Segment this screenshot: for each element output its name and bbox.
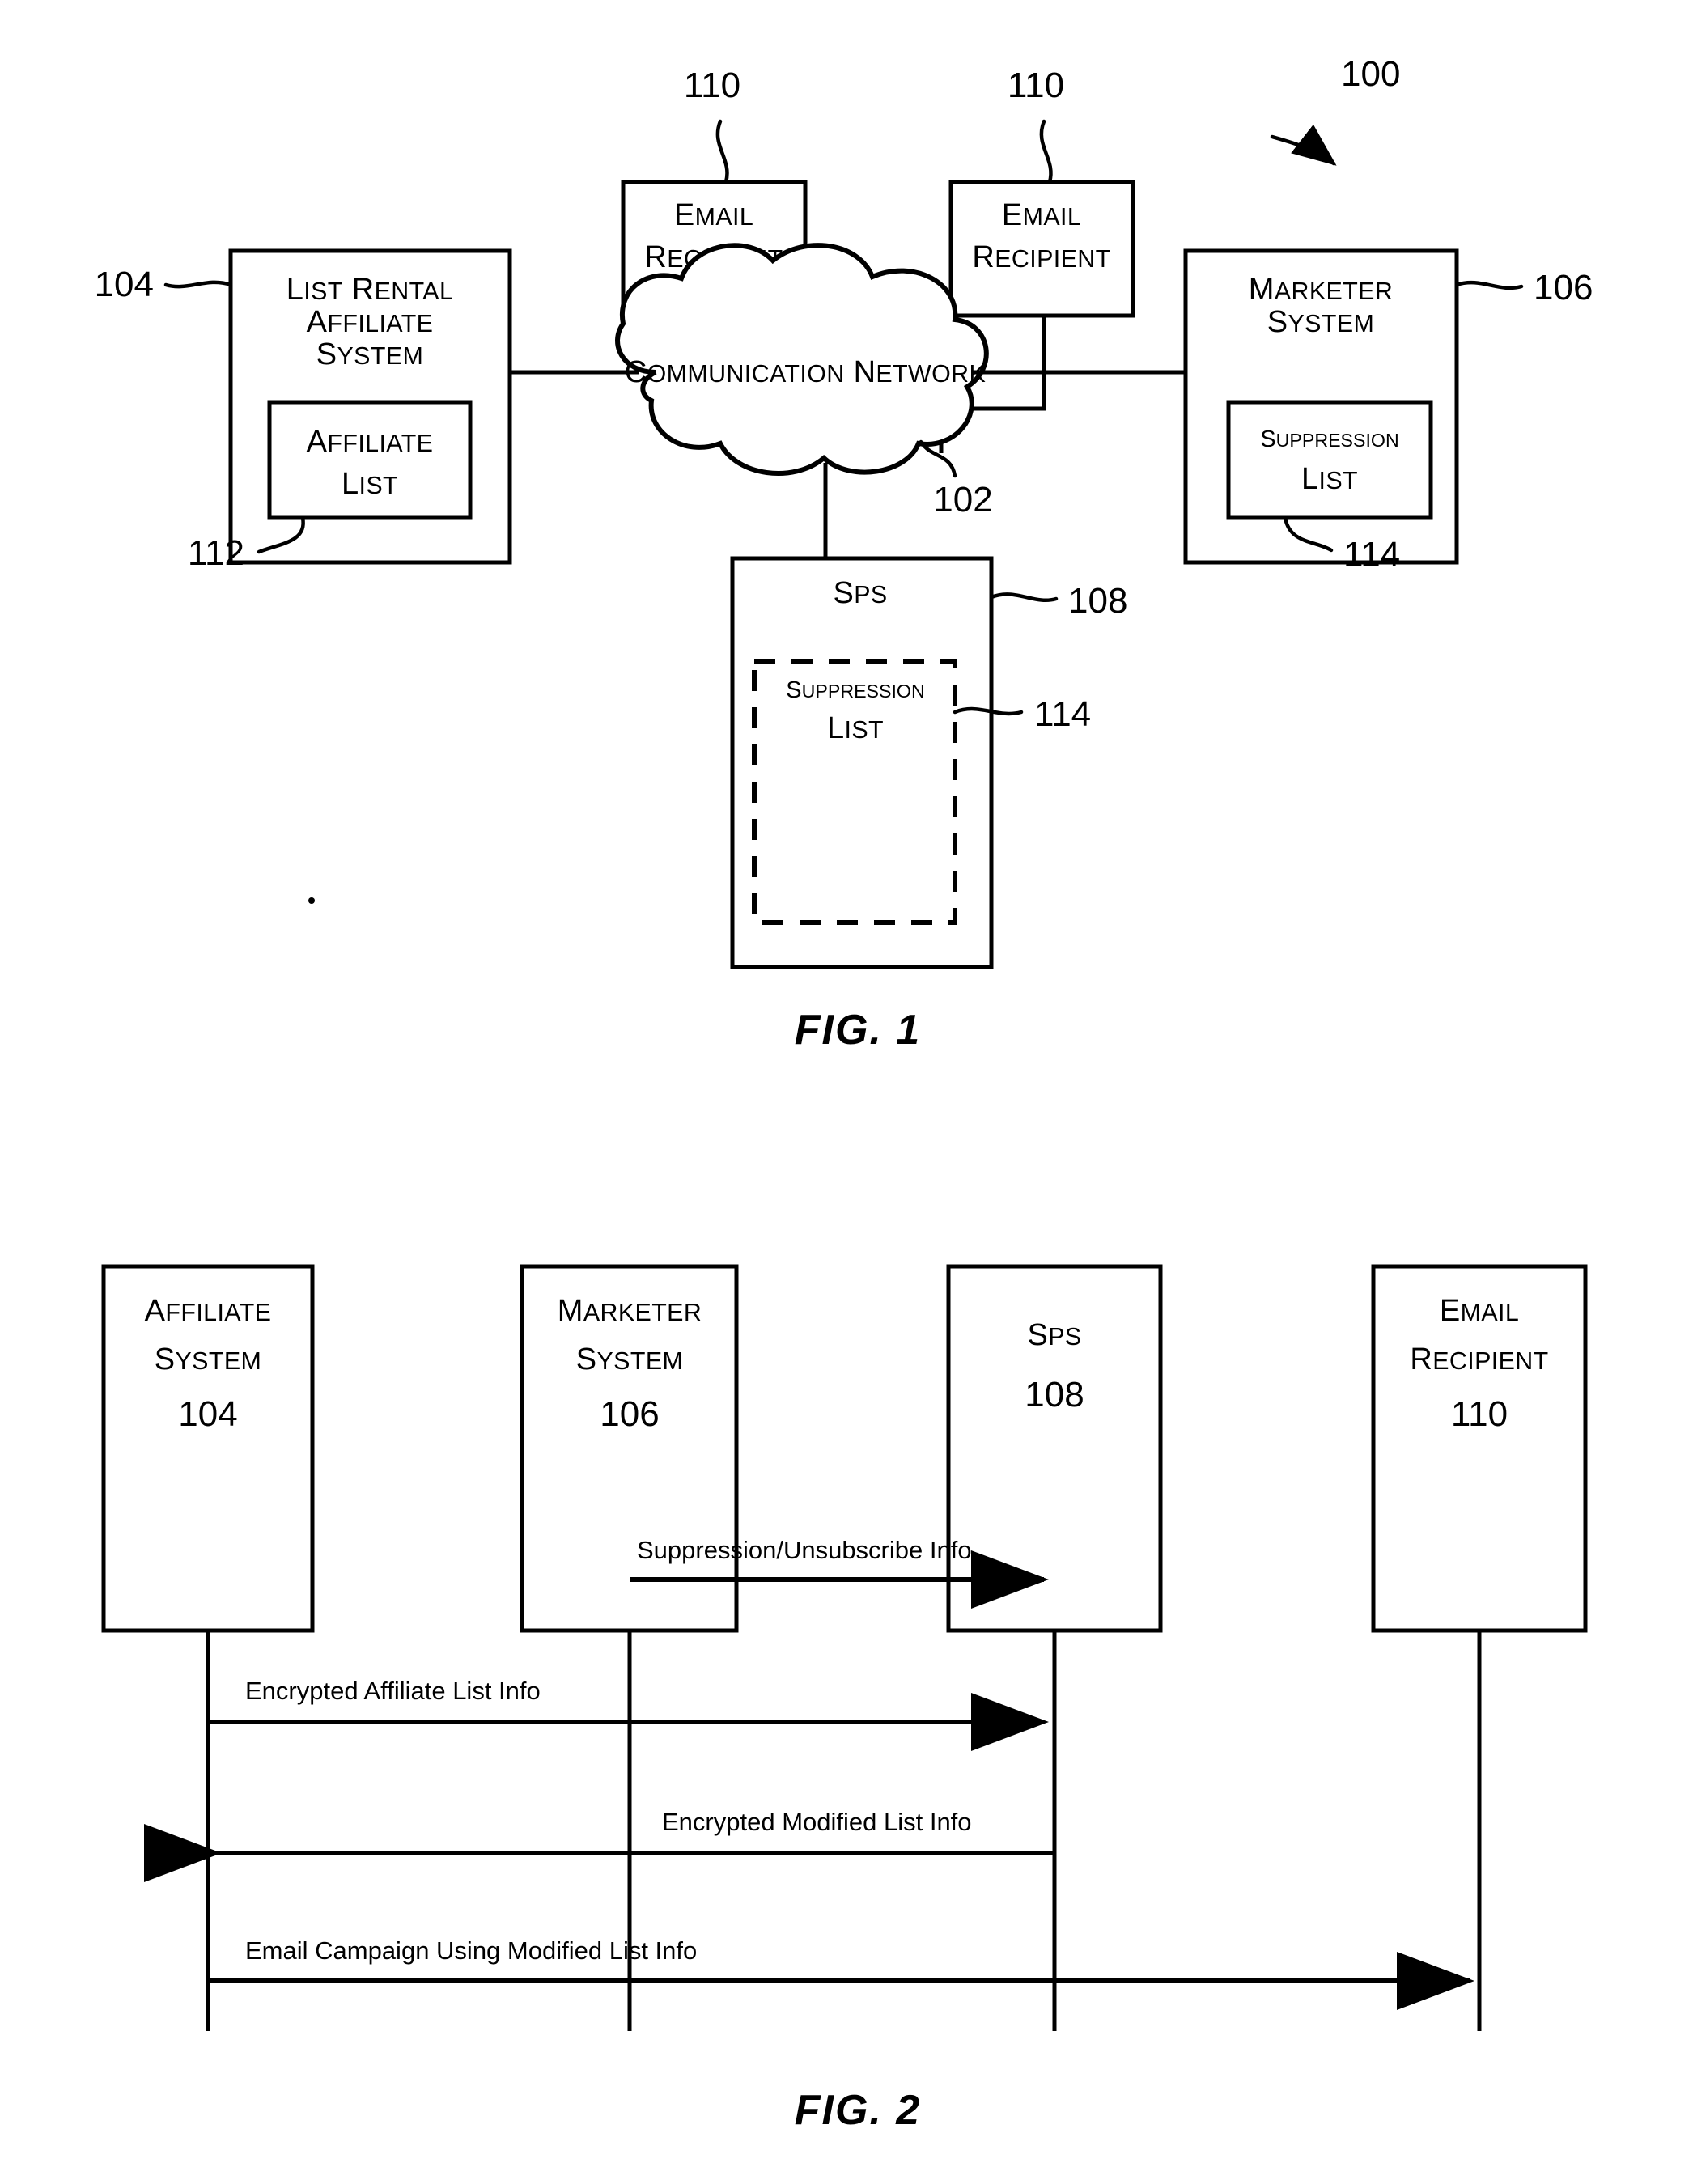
- ref-110-right: 110: [1008, 66, 1064, 105]
- ref-102: 102: [933, 480, 992, 519]
- marketer-system-line1: MARKETER: [1249, 273, 1393, 307]
- sps-suppression-list-line2: LIST: [827, 711, 884, 745]
- figure-2: AFFILIATE SYSTEM 104 MARKETER SYSTEM 106…: [101, 1264, 1588, 2134]
- participant-2-line1: SPS: [1027, 1318, 1081, 1352]
- email-recipient-left-line1: EMAIL: [674, 198, 753, 232]
- participant-affiliate-system: AFFILIATE SYSTEM 104: [101, 1264, 315, 2031]
- affiliate-list-line1: AFFILIATE: [307, 425, 434, 459]
- message-2: Encrypted Modified List Info: [144, 1808, 1054, 1882]
- participant-1-line1: MARKETER: [558, 1294, 702, 1328]
- participant-0-line1: AFFILIATE: [145, 1294, 272, 1328]
- ref-106: 106: [1534, 268, 1593, 307]
- participant-box-2: [946, 1264, 1163, 1633]
- sps-system: SPS SUPPRESSION LIST 108 114: [730, 556, 1127, 969]
- participant-sps: SPS 108: [946, 1264, 1163, 2031]
- marketer-suppression-list-line1: SUPPRESSION: [1260, 426, 1398, 452]
- participant-1-ref: 106: [600, 1394, 659, 1434]
- message-0-label: Suppression/Unsubscribe Info: [637, 1536, 972, 1564]
- email-recipient-right-line2: RECIPIENT: [972, 240, 1110, 274]
- system-reference-100: 100: [1270, 54, 1400, 166]
- participant-email-recipient: EMAIL RECIPIENT 110: [1371, 1264, 1588, 2031]
- ref-104: 104: [95, 265, 154, 304]
- figure-1: 100 EMAIL RECIPIENT 110 EMAIL RECIPIENT …: [95, 54, 1593, 2134]
- affiliate-system-line1: LIST RENTAL: [286, 273, 454, 307]
- ref-114-sps: 114: [1034, 694, 1091, 734]
- participant-0-line2: SYSTEM: [155, 1342, 261, 1376]
- participant-1-line2: SYSTEM: [576, 1342, 683, 1376]
- ref-100: 100: [1341, 54, 1400, 94]
- message-2-label: Encrypted Modified List Info: [662, 1808, 972, 1836]
- message-1-label: Encrypted Affiliate List Info: [245, 1677, 541, 1705]
- marketer-suppression-list-line2: LIST: [1301, 462, 1358, 496]
- stray-mark: [308, 897, 315, 904]
- participant-3-line1: EMAIL: [1440, 1294, 1519, 1328]
- sps-label: SPS: [833, 576, 887, 610]
- message-3: Email Campaign Using Modified List Info: [208, 1936, 1474, 2010]
- participant-0-ref: 104: [178, 1394, 237, 1434]
- ref-114-marketer: 114: [1343, 535, 1400, 575]
- figure-1-caption: FIG. 1: [795, 1007, 921, 1054]
- ref-110-left: 110: [684, 66, 740, 105]
- communication-network: COMMUNICATION NETWORK 102: [615, 243, 993, 558]
- message-3-label: Email Campaign Using Modified List Info: [245, 1936, 697, 1965]
- participant-3-line2: RECIPIENT: [1410, 1342, 1548, 1376]
- communication-network-label: COMMUNICATION NETWORK: [625, 355, 986, 389]
- affiliate-list-box: [267, 400, 473, 520]
- ref-112: 112: [188, 533, 244, 573]
- marketer-system-line2: SYSTEM: [1267, 305, 1374, 339]
- affiliate-system-line3: SYSTEM: [316, 337, 423, 371]
- participant-2-ref: 108: [1025, 1375, 1084, 1414]
- affiliate-system-line2: AFFILIATE: [307, 305, 434, 339]
- ref-108: 108: [1068, 581, 1127, 621]
- message-1: Encrypted Affiliate List Info: [208, 1677, 1049, 1751]
- email-recipient-right-line1: EMAIL: [1002, 198, 1081, 232]
- patent-drawing-sheet: 100 EMAIL RECIPIENT 110 EMAIL RECIPIENT …: [0, 0, 1693, 2184]
- participant-marketer-system: MARKETER SYSTEM 106: [520, 1264, 739, 2031]
- participant-3-ref: 110: [1451, 1394, 1508, 1434]
- marketer-suppression-list-box: [1226, 400, 1433, 520]
- affiliate-list-line2: LIST: [342, 467, 398, 501]
- list-rental-affiliate-system: LIST RENTAL AFFILIATE SYSTEM AFFILIATE L…: [95, 248, 639, 573]
- sps-suppression-list-line1: SUPPRESSION: [786, 677, 924, 703]
- figure-2-caption: FIG. 2: [795, 2087, 921, 2134]
